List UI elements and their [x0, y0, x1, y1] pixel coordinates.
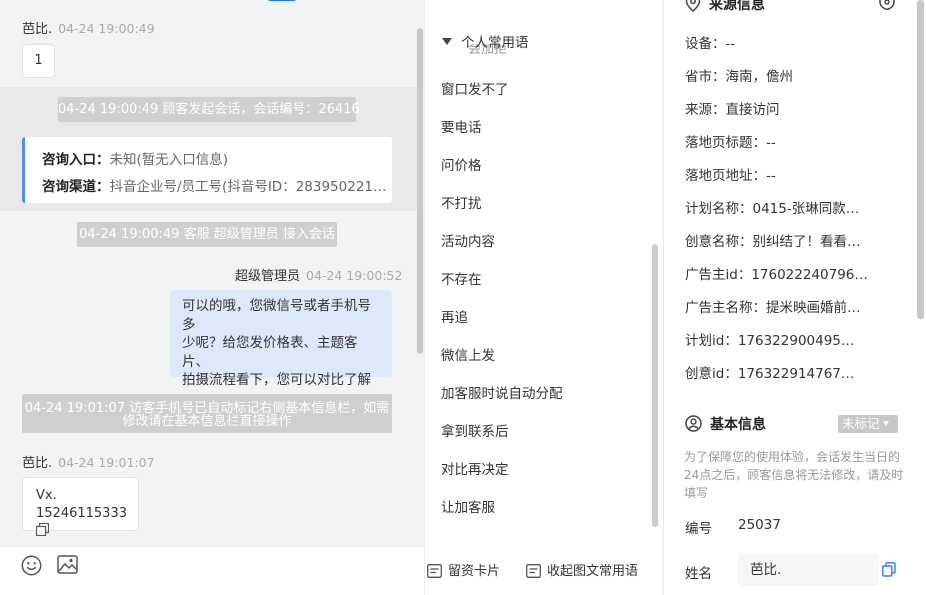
source-landing-title: 落地页标题：-- — [685, 135, 776, 151]
phrase-item[interactable]: 窗口发不了 — [441, 78, 509, 98]
shield-icon[interactable] — [878, 0, 896, 14]
image-icon[interactable] — [57, 555, 78, 578]
collapse-phrases-label: 收起图文常用语 — [547, 564, 639, 579]
consult-entry-label: 咨询入口： — [42, 152, 110, 168]
consult-entry-value: 未知(暂无入口信息) — [109, 152, 229, 168]
message-line: 15246115333 — [35, 505, 138, 542]
phrase-item[interactable]: 问价格 — [441, 154, 482, 174]
collapse-phrases-button[interactable]: 收起图文常用语 — [526, 560, 638, 579]
phrases-scrollbar[interactable] — [652, 244, 658, 527]
source-advertiser-id[interactable]: 广告主id：176022240796… — [685, 263, 885, 283]
phone-number: 15246115333 — [36, 506, 127, 521]
source-plan-id[interactable]: 计划id：176322900495… — [685, 329, 885, 349]
phrase-item[interactable]: 对比再决定 — [441, 458, 509, 478]
chat-panel: 芭比. 04-24 19:00:49 1 04-24 19:00:49 顾客发起会… — [0, 0, 424, 595]
agent-message-bubble[interactable]: 可以的哦，您微信号或者手机号多 少呢？给您发价格表、主题客片、 拍摄流程看下，您… — [170, 290, 392, 425]
system-message-session-start: 04-24 19:00:49 顾客发起会话，会话编号：26416 — [58, 97, 360, 122]
source-section-title: 来源信息 — [685, 0, 765, 14]
phrase-item[interactable]: 再追 — [441, 306, 468, 326]
system-line: 修改请在基本信息栏直接操作 — [122, 414, 292, 429]
tag-dropdown-label: 未标记 — [842, 416, 880, 431]
customer-name-label: 姓名 — [685, 566, 712, 582]
sender-name: 超级管理员 — [235, 269, 301, 284]
customer-id-value: 25037 — [738, 517, 781, 533]
source-advertiser-name[interactable]: 广告主名称：提米映画婚前… — [685, 296, 885, 316]
message-line: Vx. — [36, 488, 57, 503]
message-icon — [526, 564, 541, 578]
source-channel: 来源：直接访问 — [685, 102, 780, 118]
source-creative-id[interactable]: 创意id：176322914767… — [685, 362, 885, 382]
consult-channel-label: 咨询渠道： — [42, 179, 110, 195]
phrase-item[interactable]: 加客服时说自动分配 — [441, 382, 563, 402]
phrase-item[interactable]: 要电话 — [441, 116, 482, 136]
sender-name: 芭比. — [22, 456, 53, 471]
phrase-group-header[interactable]: 个人常用语 — [442, 31, 529, 51]
caret-down-icon — [442, 38, 452, 45]
system-message-phone-mark: 04-24 19:01:07 访客手机号已自动标记右侧基本信息栏，如需 修改请在… — [22, 394, 392, 433]
tab-active-indicator[interactable] — [268, 0, 296, 1]
message-time: 04-24 19:00:49 — [58, 21, 155, 36]
smile-icon[interactable] — [21, 555, 42, 580]
consult-info-card: 咨询入口：未知(暂无入口信息) 咨询渠道：抖音企业号/员工号(抖音号ID：283… — [22, 137, 392, 203]
consult-entry-row: 咨询入口：未知(暂无入口信息) — [42, 148, 392, 175]
chat-scrollbar[interactable] — [417, 28, 423, 354]
source-landing-url: 落地页地址：-- — [685, 168, 776, 184]
message-sender: 芭比. 04-24 19:00:49 — [22, 18, 155, 37]
phrase-item[interactable]: 让加客服 — [441, 496, 495, 516]
source-creative-name[interactable]: 创意名称：别纠结了！看看… — [685, 230, 885, 250]
basic-info-title-text: 基本信息 — [710, 417, 766, 433]
caret-down-icon — [882, 421, 889, 426]
phrases-panel: 会加拒 个人常用语 窗口发不了 要电话 问价格 不打扰 活动内容 不存在 再追 … — [424, 0, 664, 595]
phrase-group-title: 个人常用语 — [461, 35, 529, 51]
message-bubble[interactable]: 1 — [22, 44, 55, 78]
customer-name-value: 芭比. — [750, 562, 782, 578]
user-circle-icon — [685, 415, 702, 432]
basic-info-section-title: 基本信息 — [685, 414, 766, 434]
phrase-item[interactable]: 不打扰 — [441, 192, 482, 212]
message-sender: 芭比. 04-24 19:01:07 — [22, 452, 155, 471]
source-title-text: 来源信息 — [709, 0, 765, 13]
consult-channel-value: 抖音企业号/员工号(抖音号ID：283950221… — [109, 179, 387, 195]
location-pin-icon — [685, 0, 701, 12]
phrase-item[interactable]: 微信上发 — [441, 344, 495, 364]
chat-message-stream[interactable]: 芭比. 04-24 19:00:49 1 04-24 19:00:49 顾客发起会… — [0, 0, 424, 546]
customer-name-input[interactable]: 芭比. — [738, 554, 879, 586]
consult-channel-row: 咨询渠道：抖音企业号/员工号(抖音号ID：283950221… — [42, 175, 392, 202]
phrase-item[interactable]: 活动内容 — [441, 230, 495, 250]
chat-input-toolbar — [0, 546, 424, 595]
copy-icon[interactable] — [882, 562, 896, 581]
message-sender: 超级管理员 04-24 19:00:52 — [235, 265, 402, 284]
message-line: 少呢？给您发价格表、主题客片、 — [182, 335, 358, 370]
copy-icon[interactable] — [35, 522, 50, 542]
edit-notice: 为了保障您的使用体验，会话发生当日的24点之后，顾客信息将无法修改，请及时填写 — [684, 450, 904, 500]
source-region: 省市：海南，儋州 — [685, 69, 793, 85]
info-panel-scrollbar[interactable] — [917, 0, 924, 319]
sender-name: 芭比. — [22, 22, 53, 37]
source-plan-name[interactable]: 计划名称：0415-张琳同款… — [685, 197, 885, 217]
chat-top-tabs — [0, 0, 424, 2]
customer-info-panel: 来源信息 设备：-- 省市：海南，儋州 来源：直接访问 落地页标题：-- 落地页… — [663, 0, 926, 595]
message-line: 可以的哦，您微信号或者手机号多 — [182, 298, 371, 333]
lead-card-button[interactable]: 留资卡片 — [427, 560, 500, 579]
phrases-footer: 留资卡片 收起图文常用语 — [425, 546, 664, 595]
message-bubble[interactable]: Vx. 15246115333 — [22, 477, 139, 537]
phrase-item[interactable]: 拿到联系后 — [441, 420, 509, 440]
source-device: 设备：-- — [685, 36, 736, 52]
message-time: 04-24 19:00:52 — [306, 268, 403, 283]
lead-card-label: 留资卡片 — [448, 564, 501, 579]
card-icon — [427, 564, 442, 578]
customer-id-label: 编号 — [685, 521, 712, 537]
message-time: 04-24 19:01:07 — [58, 455, 155, 470]
tag-dropdown[interactable]: 未标记 — [838, 415, 898, 433]
system-message-agent-join: 04-24 19:00:49 客服 超级管理员 接入会话 — [77, 222, 337, 247]
phrase-item[interactable]: 不存在 — [441, 268, 482, 288]
message-text: 1 — [34, 53, 43, 68]
